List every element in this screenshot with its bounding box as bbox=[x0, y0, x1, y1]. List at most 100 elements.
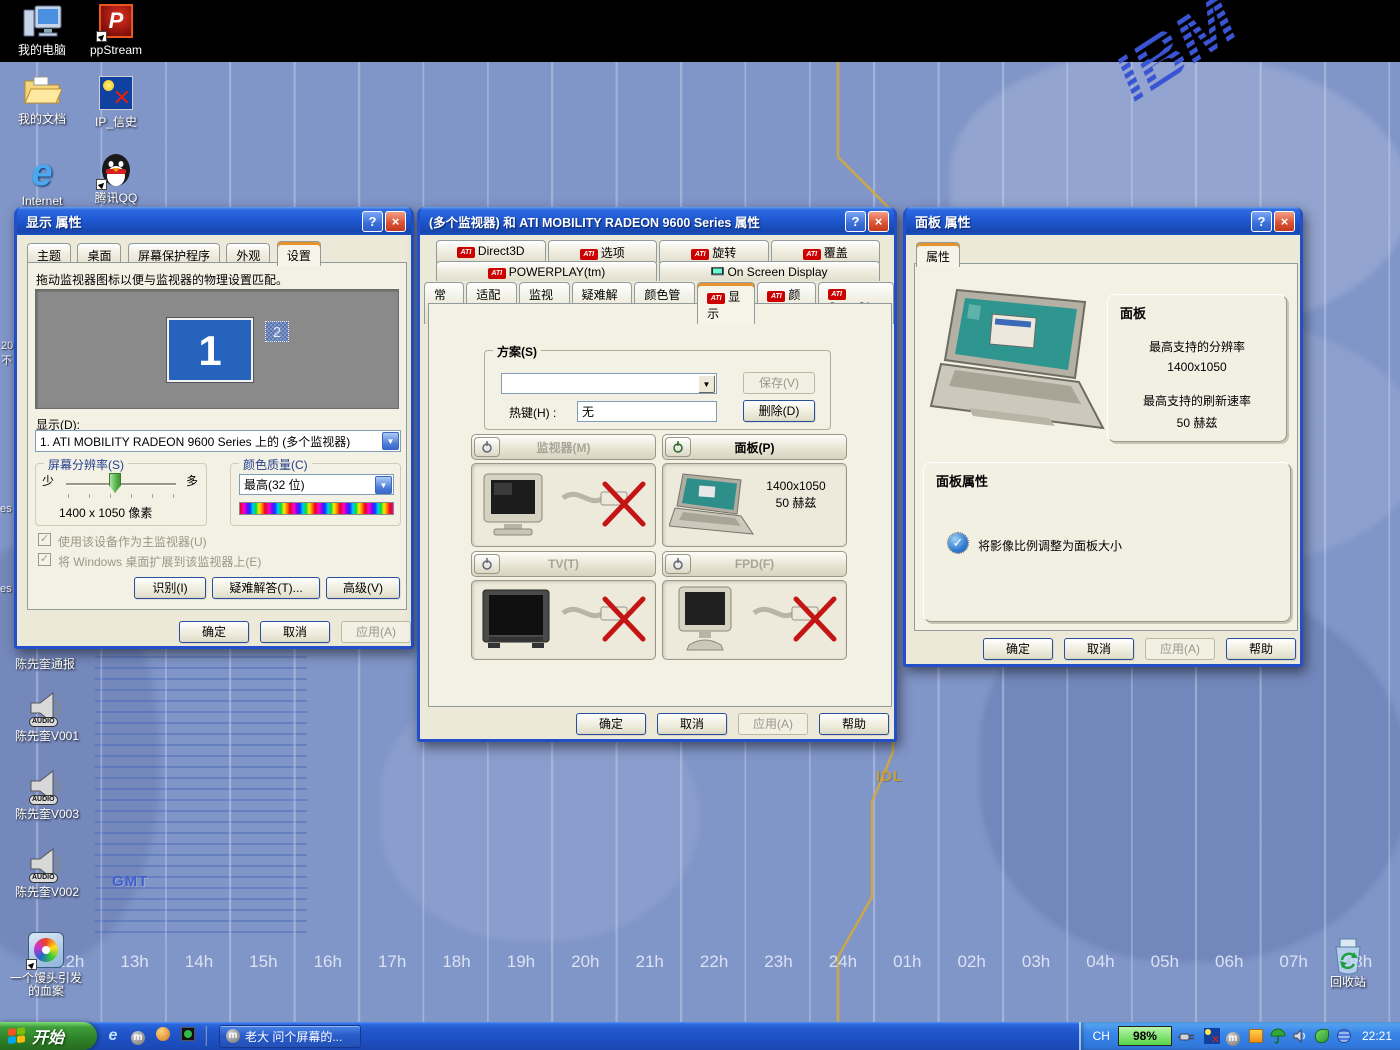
desktop-icon-movie[interactable]: 一个馒头引发 的血案 bbox=[0, 932, 92, 998]
resolution-slider-thumb[interactable] bbox=[109, 473, 121, 493]
title-bar[interactable]: 显示 属性 ? × bbox=[17, 207, 411, 235]
hotkey-input[interactable] bbox=[577, 401, 717, 422]
desktop-icon-my-documents[interactable]: 我的文档 bbox=[4, 73, 80, 126]
apply-button[interactable]: 应用(A) bbox=[738, 713, 808, 735]
tab-properties[interactable]: 属性 bbox=[916, 242, 960, 267]
ok-button[interactable]: 确定 bbox=[576, 713, 646, 735]
extend-desktop-checkbox[interactable]: ✓ bbox=[38, 553, 51, 566]
groupbox-label: 颜色质量(C) bbox=[239, 456, 312, 473]
desktop-icon-audio-v003[interactable]: AUDIO 陈先奎V003 bbox=[2, 768, 92, 821]
identify-button[interactable]: 识别(I) bbox=[134, 577, 206, 599]
network-tray-icon[interactable] bbox=[1336, 1028, 1352, 1044]
timezone-label: 24h bbox=[811, 952, 875, 972]
monitor-1-box[interactable]: 1 bbox=[167, 318, 253, 382]
cancel-button[interactable]: 取消 bbox=[657, 713, 727, 735]
troubleshoot-button[interactable]: 疑难解答(T)... bbox=[212, 577, 320, 599]
start-button[interactable]: 开始 bbox=[0, 1022, 97, 1050]
delete-button[interactable]: 删除(D) bbox=[743, 400, 815, 422]
cancel-button[interactable]: 取消 bbox=[1064, 638, 1134, 660]
apply-button[interactable]: 应用(A) bbox=[341, 621, 411, 643]
tab-direct3d[interactable]: ATIDirect3D bbox=[436, 240, 546, 263]
clock[interactable]: 22:21 bbox=[1362, 1029, 1392, 1043]
power-button-icon[interactable] bbox=[474, 554, 500, 574]
icon-label: 腾讯QQ bbox=[78, 192, 154, 205]
ip-messenger-tray-icon[interactable]: ✕ bbox=[1204, 1028, 1220, 1044]
display-device-combobox[interactable]: 1. ATI MOBILITY RADEON 9600 Series 上的 (多… bbox=[35, 430, 401, 452]
tab-options[interactable]: ATI选项 bbox=[548, 240, 658, 263]
timezone-label: 15h bbox=[231, 952, 295, 972]
antivirus-tray-icon[interactable] bbox=[1314, 1028, 1330, 1044]
quicklaunch-media-icon[interactable] bbox=[179, 1027, 197, 1045]
ok-button[interactable]: 确定 bbox=[983, 638, 1053, 660]
help-button[interactable]: 帮助 bbox=[819, 713, 889, 735]
quicklaunch-messenger-icon[interactable] bbox=[154, 1027, 172, 1045]
tab-overlay[interactable]: ATI覆盖 bbox=[771, 240, 881, 263]
primary-monitor-checkbox[interactable]: ✓ bbox=[38, 533, 51, 546]
monitor-toggle-header[interactable]: 监视器(M) bbox=[471, 434, 656, 460]
tab-displays[interactable]: ATI显示 bbox=[697, 282, 755, 324]
desktop-icon-audio-v002[interactable]: AUDIO 陈先奎V002 bbox=[2, 846, 92, 899]
pplive-tray-icon[interactable]: m bbox=[1226, 1028, 1242, 1044]
panel-toggle-header[interactable]: 面板(P) bbox=[662, 434, 847, 460]
battery-indicator[interactable]: 98% bbox=[1118, 1026, 1172, 1046]
panel-section: 1400x1050 50 赫兹 bbox=[662, 463, 847, 547]
desktop-icon-ip-history[interactable]: ✕ IP_信史 bbox=[78, 76, 154, 129]
scheme-combobox[interactable]: ▼ bbox=[501, 373, 717, 394]
icon-label: 陈先奎V003 bbox=[2, 808, 92, 821]
save-button[interactable]: 保存(V) bbox=[743, 372, 815, 394]
tab-rotation[interactable]: ATI旋转 bbox=[659, 240, 769, 263]
figure-glyph: ✕ bbox=[113, 87, 131, 109]
chevron-down-icon[interactable]: ▼ bbox=[698, 375, 715, 393]
max-resolution-label: 最高支持的分辨率 bbox=[1108, 339, 1286, 356]
scale-to-panel-checkbox[interactable]: ✓ bbox=[948, 533, 968, 553]
chevron-down-icon[interactable]: ▼ bbox=[375, 476, 392, 494]
help-button[interactable]: ? bbox=[1251, 211, 1272, 232]
desktop-icon-chen-report[interactable]: 陈先奎通报 bbox=[0, 656, 90, 671]
qq-tray-icon[interactable] bbox=[1248, 1028, 1264, 1044]
monitor-2-box[interactable]: 2 bbox=[265, 321, 289, 342]
task-button-chat[interactable]: m 老大 问个屏幕的... bbox=[219, 1025, 361, 1048]
close-button[interactable]: × bbox=[1274, 211, 1295, 232]
help-button[interactable]: ? bbox=[362, 211, 383, 232]
recycle-bin-icon bbox=[1328, 936, 1368, 974]
crt-monitor-image bbox=[480, 472, 550, 538]
desktop-icon-recycle-bin[interactable]: 回收站 bbox=[1310, 936, 1386, 989]
cancel-button[interactable]: 取消 bbox=[260, 621, 330, 643]
fpd-toggle-header[interactable]: FPD(F) bbox=[662, 551, 847, 577]
title-bar[interactable]: 面板 属性 ? × bbox=[906, 207, 1300, 235]
quicklaunch-ie-icon[interactable]: e bbox=[104, 1027, 122, 1045]
tab-on-screen-display[interactable]: On Screen Display bbox=[659, 261, 880, 281]
ok-button[interactable]: 确定 bbox=[179, 621, 249, 643]
close-button[interactable]: × bbox=[385, 211, 406, 232]
tv-toggle-header[interactable]: TV(T) bbox=[471, 551, 656, 577]
advanced-button[interactable]: 高级(V) bbox=[326, 577, 400, 599]
quicklaunch-pplive-icon[interactable]: m bbox=[129, 1027, 147, 1045]
title-bar[interactable]: (多个监视器) 和 ATI MOBILITY RADEON 9600 Serie… bbox=[420, 207, 894, 235]
volume-tray-icon[interactable] bbox=[1292, 1028, 1308, 1044]
desktop-icon-qq[interactable]: 腾讯QQ bbox=[78, 152, 154, 205]
color-quality-combobox[interactable]: 最高(32 位) ▼ bbox=[239, 474, 394, 495]
help-button[interactable]: ? bbox=[845, 211, 866, 232]
close-button[interactable]: × bbox=[868, 211, 889, 232]
desktop-icon-audio-v001[interactable]: AUDIO 陈先奎V001 bbox=[2, 690, 92, 743]
panel-mode-text: 1400x1050 50 赫兹 bbox=[754, 478, 838, 512]
chevron-down-icon[interactable]: ▼ bbox=[382, 432, 399, 450]
power-button-icon[interactable] bbox=[474, 437, 500, 457]
icon-label: 陈先奎通报 bbox=[0, 658, 90, 671]
help-button[interactable]: 帮助 bbox=[1226, 638, 1296, 660]
power-button-icon[interactable] bbox=[665, 554, 691, 574]
my-documents-icon bbox=[22, 73, 62, 111]
language-indicator[interactable]: CH bbox=[1093, 1029, 1110, 1043]
instruction-text: 拖动监视器图标以便与监视器的物理设置匹配。 bbox=[36, 271, 288, 288]
desktop-icon-internet[interactable]: e Internet bbox=[4, 155, 80, 208]
apply-button[interactable]: 应用(A) bbox=[1145, 638, 1215, 660]
desktop-icon-my-computer[interactable]: 我的电脑 bbox=[4, 4, 80, 57]
power-button-icon[interactable] bbox=[665, 437, 691, 457]
desktop-icon-ppstream[interactable]: P ppStream bbox=[78, 4, 154, 57]
windows-logo-icon bbox=[8, 1027, 27, 1046]
tab-powerplay[interactable]: ATIPOWERPLAY(tm) bbox=[436, 261, 657, 281]
umbrella-tray-icon[interactable] bbox=[1270, 1028, 1286, 1044]
tab-settings[interactable]: 设置 bbox=[277, 241, 321, 266]
resolution-slider-track[interactable] bbox=[66, 483, 176, 485]
audio-badge: AUDIO bbox=[29, 795, 58, 805]
